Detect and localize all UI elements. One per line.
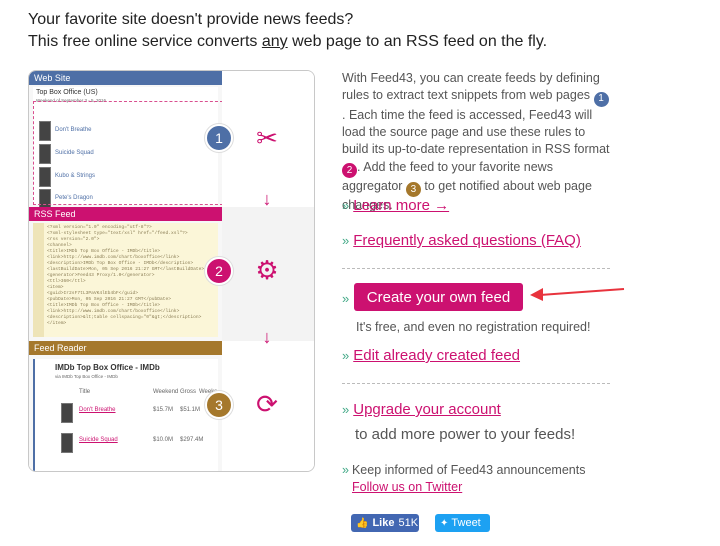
gear-icon: ⚙ — [255, 255, 279, 285]
tweet-button[interactable]: ✦ Tweet — [435, 514, 490, 532]
intro-text: . Each time the feed is accessed, Feed43… — [342, 107, 610, 157]
facebook-like-count: 51K — [398, 517, 419, 529]
headline-line-2: This free online service converts any we… — [28, 33, 547, 51]
headline-text: web page to an RSS feed on the fly. — [287, 33, 548, 50]
tweet-label: Tweet — [451, 517, 481, 529]
step-2-badge: 2 — [205, 257, 233, 285]
upgrade-account-link[interactable]: Upgrade your account — [353, 401, 501, 418]
reader-row-gross: $51.1M — [180, 407, 201, 413]
step-3-inline-badge: 3 — [405, 182, 421, 198]
scissors-icon: ✂ — [256, 123, 278, 153]
create-feed-button[interactable]: Create your own feed — [354, 283, 523, 311]
step-1-badge: 1 — [205, 124, 233, 152]
upgrade-row: » Upgrade your account — [342, 401, 501, 418]
section-label-rss-feed: RSS Feed — [29, 207, 222, 221]
rss-xml-preview: <?xml version="1.0" encoding="utf-8"?> <… — [33, 223, 218, 337]
raquo-icon: » — [342, 198, 350, 213]
arrow-down-icon: ↓ — [262, 189, 272, 209]
faq-link[interactable]: Frequently asked questions (FAQ) — [353, 232, 581, 249]
intro-text: With Feed43, you can create feeds by def… — [342, 71, 600, 103]
xml-line: </item> — [47, 321, 67, 326]
thumbs-up-icon: 👍 — [356, 517, 369, 529]
announcements-row: » Keep informed of Feed43 announcements — [342, 463, 585, 477]
reader-feed-title: IMDb Top Box Office - IMDb — [55, 363, 160, 372]
step-2-inline-badge: 2 — [342, 163, 357, 179]
facebook-like-label: Like — [372, 517, 395, 529]
faq-row: » Frequently asked questions (FAQ) — [342, 232, 581, 249]
how-it-works-illustration: Web Site Top Box Office (US) Weekend of … — [28, 70, 315, 472]
poster-thumbnail — [61, 433, 73, 453]
headline-text: This free online service converts — [28, 33, 262, 50]
raquo-icon: » — [342, 348, 350, 363]
raquo-icon: » — [342, 233, 350, 248]
edit-feed-link[interactable]: Edit already created feed — [353, 347, 520, 364]
intro-paragraph: With Feed43, you can create feeds by def… — [342, 70, 610, 215]
arrow-down-icon: ↓ — [262, 327, 272, 347]
reader-row-weekend: $10.0M — [153, 437, 174, 443]
create-feed-note: It's free, and even no registration requ… — [356, 320, 591, 334]
create-row: » — [342, 290, 353, 307]
illustration-panels: Web Site Top Box Office (US) Weekend of … — [29, 71, 222, 471]
upgrade-note: to add more power to your feeds! — [355, 426, 576, 443]
extraction-selection-frame — [33, 101, 222, 205]
feed-reader-preview: IMDb Top Box Office - IMDb via IMDb Top … — [33, 359, 218, 471]
reader-row-gross: $297.4M — [180, 437, 204, 443]
step-3-badge: 3 — [205, 391, 233, 419]
learn-more-link[interactable]: Learn more → — [353, 197, 449, 214]
reader-row-title: Suicide Squad — [79, 437, 118, 443]
follow-twitter-link[interactable]: Follow us on Twitter — [352, 480, 462, 494]
reader-col-header: Gross — [180, 389, 197, 395]
edit-row: » Edit already created feed — [342, 347, 520, 364]
reader-feed-subtitle: via IMDb Top Box Office - IMDb — [55, 374, 118, 379]
web-page-title: Top Box Office (US) — [36, 89, 98, 96]
step-1-inline-badge: 1 — [593, 91, 609, 107]
section-label-feed-reader: Feed Reader — [29, 341, 222, 355]
reader-row-title: Don't Breathe — [79, 407, 116, 413]
raquo-icon: » — [342, 291, 350, 306]
code-gutter — [33, 223, 44, 337]
raquo-icon: » — [342, 402, 350, 417]
section-label-web-site: Web Site — [29, 71, 222, 85]
reader-row-weekend: $15.7M — [153, 407, 174, 413]
twitter-bird-icon: ✦ — [440, 517, 449, 529]
annotation-arrow-icon — [530, 288, 625, 301]
reader-col-header: Weekend — [153, 389, 179, 395]
raquo-icon: » — [342, 463, 349, 477]
headline-line-1: Your favorite site doesn't provide news … — [28, 11, 354, 28]
xml-line: <description>&lt;table cellspacing="0"&g… — [47, 315, 202, 320]
learn-more-row: » Learn more → — [342, 197, 449, 214]
facebook-like-button[interactable]: 👍 Like 51K — [351, 514, 419, 532]
divider — [342, 268, 610, 269]
reader-col-header: Title — [79, 389, 91, 395]
headline-emphasis: any — [261, 33, 288, 50]
refresh-icon: ⟳ — [256, 389, 278, 419]
poster-thumbnail — [61, 403, 73, 423]
divider — [342, 383, 610, 384]
announcements-text: Keep informed of Feed43 announcements — [351, 463, 586, 477]
